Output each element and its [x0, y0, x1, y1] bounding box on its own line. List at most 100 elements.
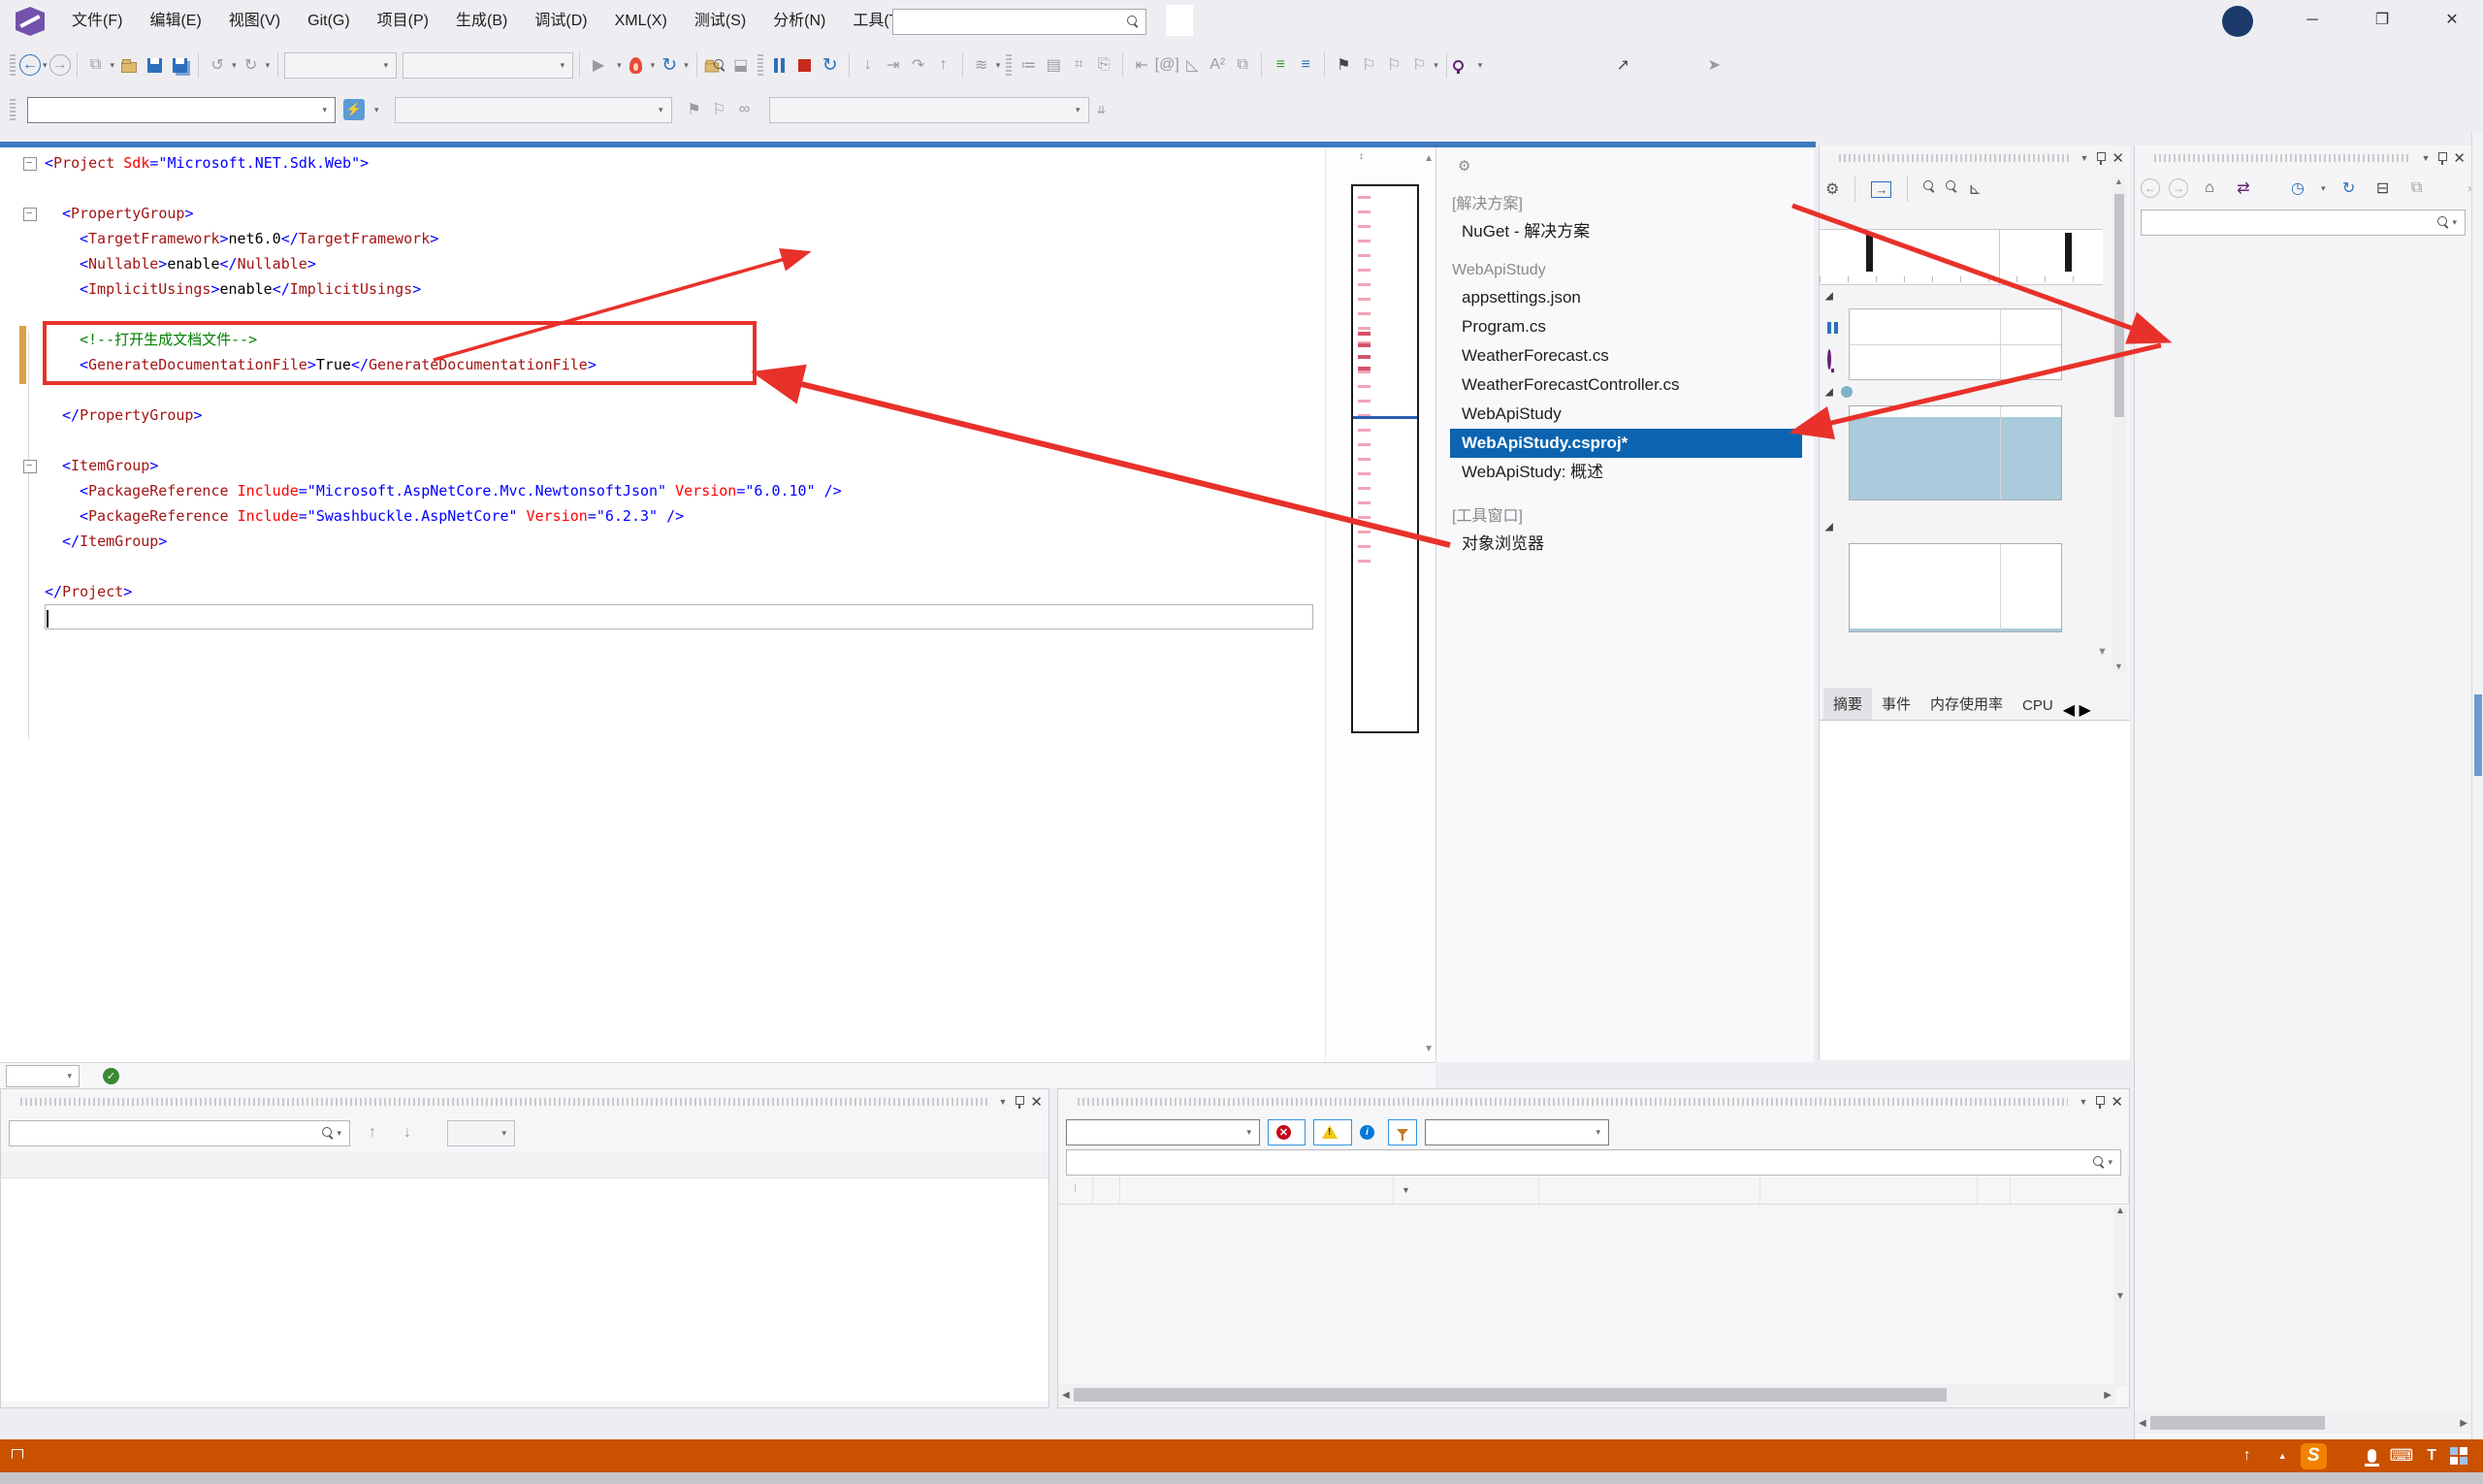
prev-bookmark-icon[interactable]: ⚐	[1356, 51, 1381, 79]
continue-icon[interactable]: ▶	[586, 51, 611, 79]
scroll-down-icon[interactable]: ▼	[2097, 646, 2108, 658]
toolbar-grip[interactable]	[10, 54, 16, 76]
toolbar-grip[interactable]	[10, 99, 16, 120]
properties-window-icon[interactable]: ⧉	[2404, 175, 2430, 202]
col-code[interactable]	[1120, 1176, 1394, 1204]
code-line[interactable]	[0, 176, 1325, 201]
close-button[interactable]: ✕	[2429, 0, 2475, 41]
autos-search[interactable]: ▾	[9, 1120, 350, 1146]
code-line[interactable]: −<ItemGroup>	[0, 453, 1325, 478]
live-share-icon[interactable]: ↗	[1610, 51, 1635, 79]
find-in-files-icon[interactable]	[703, 51, 728, 79]
sogou-ime-icon[interactable]: S	[2301, 1443, 2327, 1469]
menu-item[interactable]: 测试(S)	[681, 0, 759, 43]
collapse-all-icon[interactable]: ⊟	[2370, 175, 2396, 202]
process-combo[interactable]: ▾	[27, 97, 336, 123]
step-into-icon[interactable]: ↓	[855, 51, 881, 79]
window-scrollbar[interactable]	[2471, 132, 2483, 1439]
diag-tab-事件[interactable]: 事件	[1872, 688, 1920, 720]
code-line[interactable]: <ImplicitUsings>enable</ImplicitUsings>	[0, 276, 1325, 302]
window-position-icon[interactable]: ▼	[2422, 153, 2431, 163]
break-all-icon[interactable]	[767, 51, 792, 79]
close-icon[interactable]: ✕	[2112, 149, 2124, 167]
open-file-icon[interactable]	[116, 51, 142, 79]
error-source-combo[interactable]: ▾	[1425, 1119, 1609, 1145]
save-icon[interactable]	[142, 51, 167, 79]
lifecycle-events-icon[interactable]: ⚡	[343, 99, 365, 120]
tab-list-item[interactable]: 对象浏览器	[1450, 530, 1802, 559]
code-line[interactable]: −<Project Sdk="Microsoft.NET.Sdk.Web">	[0, 150, 1325, 176]
menu-item[interactable]: 视图(V)	[215, 0, 294, 43]
scroll-down-icon[interactable]: ▼	[1424, 1044, 1434, 1054]
autos-search-input[interactable]	[16, 1125, 322, 1141]
filter-button[interactable]	[1388, 1119, 1417, 1145]
autos-body[interactable]	[1, 1178, 1048, 1402]
col-project[interactable]	[1539, 1176, 1760, 1204]
ime-skin-icon[interactable]: T	[2427, 1447, 2436, 1465]
ime-toolbox-icon[interactable]	[2450, 1447, 2467, 1465]
warnings-filter-button[interactable]	[1313, 1119, 1352, 1145]
gear-icon[interactable]: ⚙	[1458, 157, 1470, 175]
code-line[interactable]: </ItemGroup>	[0, 529, 1325, 554]
tab-list-item[interactable]: appsettings.json	[1450, 283, 1802, 312]
toolbar-overflow-icon[interactable]: ⇊	[1089, 96, 1114, 123]
errors-filter-button[interactable]: ✕	[1268, 1119, 1306, 1145]
suspend-icon[interactable]: ∞	[732, 96, 758, 123]
diag-tab-内存使用率[interactable]: 内存使用率	[1920, 688, 2013, 720]
maximize-button[interactable]: ❐	[2359, 0, 2405, 41]
pin-icon[interactable]	[2437, 152, 2447, 165]
microphone-icon[interactable]	[2368, 1449, 2376, 1463]
sync-with-active-document-icon[interactable]: ↻	[2337, 175, 2362, 202]
schema-icon[interactable]: ⌗	[1066, 51, 1091, 79]
clear-bookmarks-icon[interactable]: ⚐	[1406, 51, 1432, 79]
menu-item[interactable]: 编辑(E)	[136, 0, 214, 43]
comment-icon[interactable]: ≡	[1293, 51, 1318, 79]
code-editor[interactable]: −<Project Sdk="Microsoft.NET.Sdk.Web">−<…	[0, 147, 1325, 1062]
menu-item[interactable]: XML(X)	[601, 0, 681, 43]
step-over-icon[interactable]: ⇥	[881, 51, 906, 79]
step-out-icon[interactable]: ↷	[906, 51, 931, 79]
back-icon[interactable]: ←	[2141, 178, 2160, 198]
quick-search[interactable]	[892, 9, 1146, 35]
close-icon[interactable]: ✕	[2111, 1093, 2123, 1111]
close-icon[interactable]: ✕	[1030, 1093, 1043, 1111]
restart-debugging-icon[interactable]: ↻	[818, 51, 843, 79]
solution-search-input[interactable]	[2147, 215, 2437, 231]
document-outline-icon[interactable]: ▤	[1041, 51, 1066, 79]
flag-thread-icon[interactable]: ⚑	[682, 96, 707, 123]
new-item-icon[interactable]: ⧉	[83, 51, 109, 79]
zoom-combo[interactable]: ▾	[6, 1065, 80, 1087]
diagnostics-timeline[interactable]	[1820, 229, 2103, 285]
save-all-icon[interactable]	[167, 51, 192, 79]
settings-gear-icon[interactable]: ⚙	[1825, 179, 1839, 199]
menu-item[interactable]: 文件(F)	[58, 0, 136, 43]
tab-list-item[interactable]: WebApiStudy: 概述	[1450, 458, 1802, 487]
goto-definition-icon[interactable]: ◺	[1179, 51, 1205, 79]
pending-changes-filter-icon[interactable]: ◷	[2285, 175, 2310, 202]
toolbar-grip[interactable]	[758, 54, 763, 76]
fold-collapse-icon[interactable]: −	[0, 150, 45, 176]
tab-list-item[interactable]: WeatherForecast.cs	[1450, 341, 1802, 371]
menu-item[interactable]: 分析(N)	[759, 0, 839, 43]
diag-tab-摘要[interactable]: 摘要	[1823, 688, 1872, 720]
tab-list-item[interactable]: WebApiStudy	[1450, 400, 1802, 429]
code-line[interactable]: <PackageReference Include="Swashbuckle.A…	[0, 503, 1325, 529]
search-up-icon[interactable]: ↑	[360, 1119, 385, 1146]
code-line[interactable]: <Nullable>enable</Nullable>	[0, 251, 1325, 276]
solution-search[interactable]: ▾	[2141, 210, 2466, 236]
zoom-out-icon[interactable]	[1946, 180, 1958, 198]
search-down-icon[interactable]: ↓	[395, 1119, 420, 1146]
error-search-input[interactable]	[1073, 1155, 2093, 1171]
rename-icon[interactable]: A²	[1205, 51, 1230, 79]
code-line[interactable]: </PropertyGroup>	[0, 403, 1325, 428]
diag-tab-CPU[interactable]: CPU	[2013, 692, 2063, 720]
window-position-icon[interactable]: ▼	[2080, 1097, 2088, 1107]
editor-scroll-zone[interactable]: ↕ ▲ ▼	[1325, 147, 1435, 1062]
switch-views-icon[interactable]: ⇄	[2231, 175, 2256, 202]
home-icon[interactable]: ⌂	[2197, 175, 2222, 202]
menu-item[interactable]: 项目(P)	[364, 0, 442, 43]
diagnostics-icon[interactable]: ≋	[969, 51, 994, 79]
minimize-button[interactable]: ─	[2289, 0, 2336, 41]
pin-icon[interactable]	[2096, 152, 2106, 165]
health-check-icon[interactable]: ✓	[103, 1068, 119, 1084]
